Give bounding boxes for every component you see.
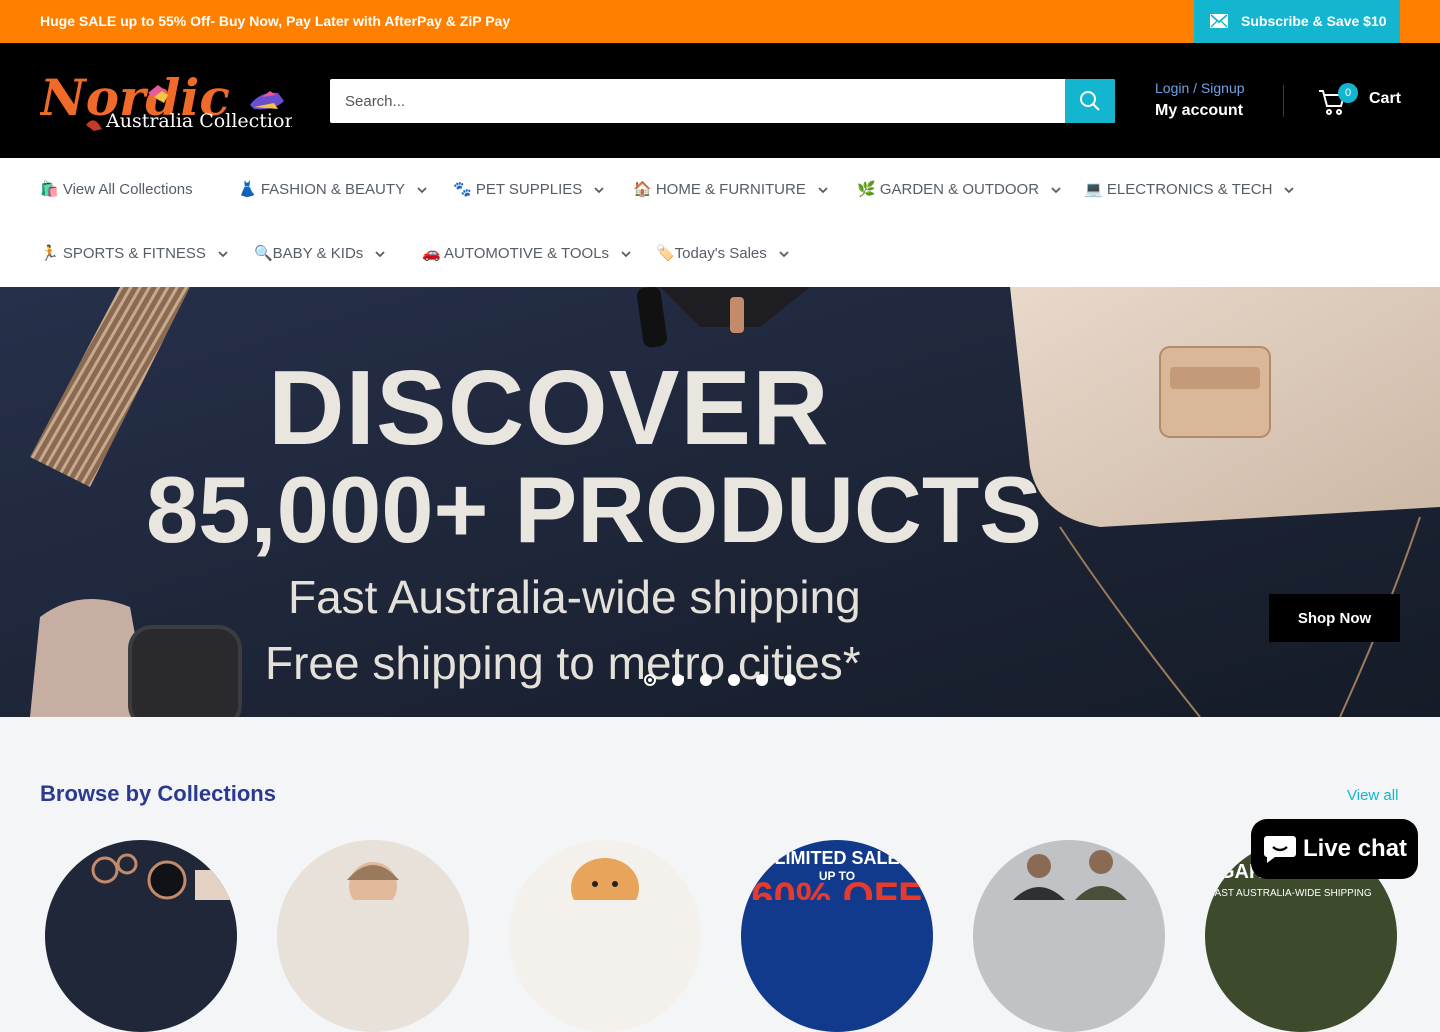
chevron-down-icon <box>779 250 789 257</box>
chevron-down-icon <box>1284 186 1295 193</box>
my-account-link[interactable]: My account <box>1155 98 1245 124</box>
hero-slideshow: DISCOVER 85,000+ PRODUCTS Fast Australia… <box>0 287 1440 717</box>
nav-item-view-all-collections[interactable]: 🛍️ View All Collections <box>40 158 193 222</box>
collection-tile-sports[interactable] <box>973 840 1165 1032</box>
svg-text:FAST AUSTRALIA-WIDE SHIPPING: FAST AUSTRALIA-WIDE SHIPPING <box>1209 888 1372 899</box>
collection-image <box>571 858 639 918</box>
live-chat-button[interactable]: Live chat <box>1251 819 1418 879</box>
chevron-down-icon <box>621 250 631 257</box>
store-logo[interactable]: Nordic Australia Collections <box>40 63 292 138</box>
chevron-down-icon <box>375 250 385 257</box>
hero-subheading: 85,000+ PRODUCTS <box>146 457 1042 562</box>
collection-tiles: LIMITED SALE UP TO 60% OFF GAR FAST AUST… <box>0 840 1440 1032</box>
subscribe-label: Subscribe & Save $10 <box>1241 13 1387 29</box>
account-block: Login / Signup My account <box>1155 78 1245 124</box>
nav-item-fashion-beauty[interactable]: 👗 FASHION & BEAUTY <box>238 158 427 222</box>
slide-dot-6[interactable] <box>784 674 796 686</box>
collection-image <box>1013 850 1127 900</box>
nav-item-baby-kids[interactable]: 🔍BABY & KIDs <box>254 222 385 286</box>
announcement-bar: Huge SALE up to 55% Off- Buy Now, Pay La… <box>0 0 1440 43</box>
chevron-down-icon <box>218 250 228 257</box>
slide-dot-3[interactable] <box>700 674 712 686</box>
mail-icon <box>1210 14 1228 28</box>
collection-image <box>91 853 237 900</box>
slide-dot-1[interactable] <box>644 674 656 686</box>
slideshow-dots <box>644 674 804 688</box>
slide-dot-2[interactable] <box>672 674 684 686</box>
divider <box>1283 85 1284 117</box>
hero-heading: DISCOVER <box>268 349 830 467</box>
slide-dot-5[interactable] <box>756 674 768 686</box>
collection-image <box>347 862 399 910</box>
nav-item-sports-fitness[interactable]: 🏃 SPORTS & FITNESS <box>40 222 228 286</box>
view-all-link[interactable]: View all <box>1347 787 1398 804</box>
nav-item-pet-supplies[interactable]: 🐾 PET SUPPLIES <box>453 158 604 222</box>
hero-shipping-text: Fast Australia-wide shipping <box>288 571 861 623</box>
nav-item-todays-sales[interactable]: 🏷️Today's Sales <box>656 222 789 286</box>
svg-text:60% OFF: 60% OFF <box>751 875 922 900</box>
nav-item-automotive-tools[interactable]: 🚗 AUTOMOTIVE & TOOLs <box>422 222 631 286</box>
search-bar <box>330 79 1115 123</box>
site-header: Nordic Australia Collections Login / Sig… <box>0 43 1440 158</box>
collection-image: LIMITED SALE UP TO 60% OFF <box>751 848 922 919</box>
collection-tile-baby[interactable] <box>277 840 469 1032</box>
svg-text:Australia Collections: Australia Collections <box>105 110 292 132</box>
collection-tile-pets[interactable] <box>509 840 701 1032</box>
main-navigation: 🛍️ View All Collections 👗 FASHION & BEAU… <box>0 158 1440 287</box>
chat-bubble-icon <box>1264 836 1296 863</box>
shop-now-button[interactable]: Shop Now <box>1269 594 1400 642</box>
search-button[interactable] <box>1065 79 1115 123</box>
subscribe-button[interactable]: Subscribe & Save $10 <box>1194 0 1400 43</box>
slide-dot-4[interactable] <box>728 674 740 686</box>
nav-item-home-furniture[interactable]: 🏠 HOME & FURNITURE <box>633 158 828 222</box>
search-icon <box>1080 91 1100 111</box>
nav-item-garden-outdoor[interactable]: 🌿 GARDEN & OUTDOOR <box>857 158 1061 222</box>
live-chat-label: Live chat <box>1303 835 1408 862</box>
chevron-down-icon <box>818 186 828 193</box>
cart-button[interactable]: 0 Cart <box>1318 83 1402 119</box>
collection-tile-fashion[interactable] <box>45 840 237 1032</box>
cart-count-badge: 0 <box>1338 83 1358 103</box>
collection-tile-sale[interactable]: LIMITED SALE UP TO 60% OFF <box>741 840 933 1032</box>
chevron-down-icon <box>1051 186 1061 193</box>
cart-label: Cart <box>1369 90 1402 107</box>
svg-text:LIMITED SALE: LIMITED SALE <box>775 848 900 868</box>
promo-text: Huge SALE up to 55% Off- Buy Now, Pay La… <box>40 13 511 29</box>
login-link[interactable]: Login / Signup <box>1155 78 1245 98</box>
search-input[interactable] <box>330 79 1065 123</box>
nav-item-electronics-tech[interactable]: 💻 ELECTRONICS & TECH <box>1084 158 1295 222</box>
chevron-down-icon <box>417 186 427 193</box>
section-title: Browse by Collections <box>40 781 276 806</box>
chevron-down-icon <box>594 186 604 193</box>
